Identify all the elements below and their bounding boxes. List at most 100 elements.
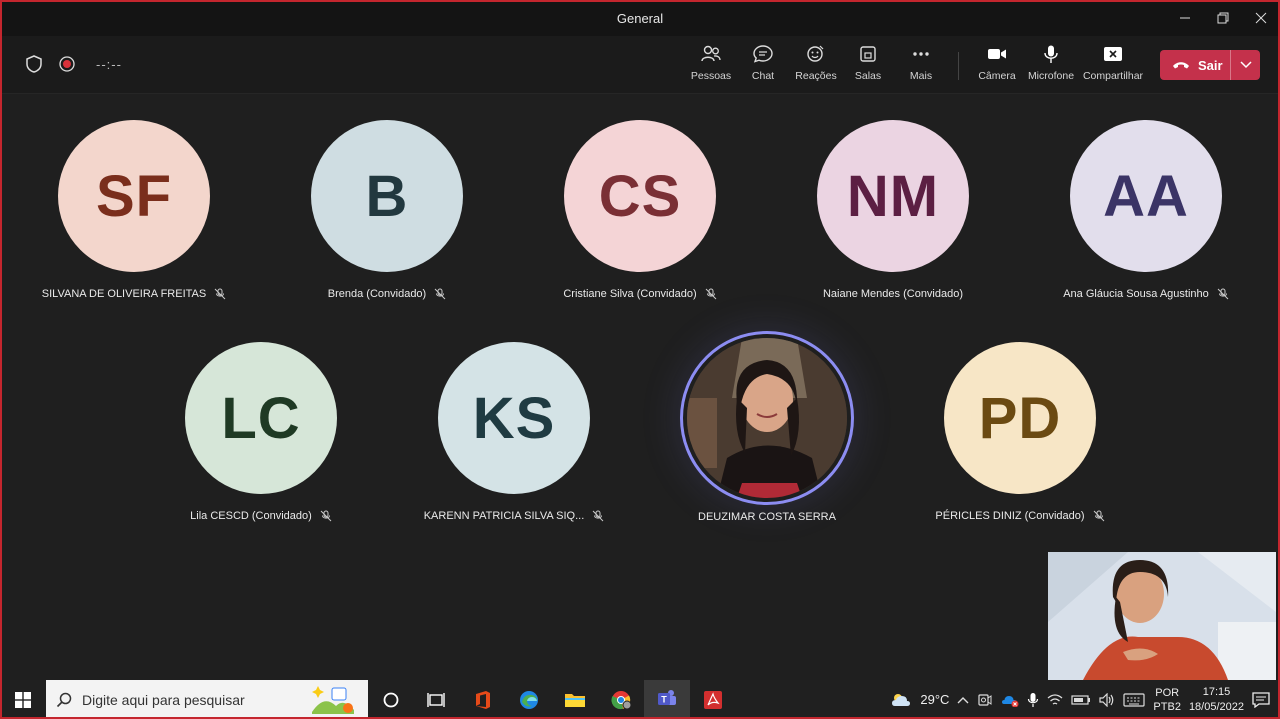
participant-photo-avatar	[680, 331, 854, 505]
participant-name: Naiane Mendes (Convidado)	[822, 288, 964, 300]
onedrive-icon[interactable]	[1001, 693, 1019, 707]
office-app-button[interactable]	[460, 680, 506, 719]
participant-name: SILVANA DE OLIVEIRA FREITAS	[19, 288, 249, 300]
participant-tile[interactable]: PD PÉRICLES DINIZ (Convidado)	[905, 342, 1135, 522]
cortana-button[interactable]	[368, 680, 414, 719]
weather-cloud-icon	[892, 693, 911, 706]
participant-avatar: PD	[944, 342, 1096, 494]
file-explorer-button[interactable]	[552, 680, 598, 719]
volume-icon[interactable]	[1099, 692, 1115, 707]
chevron-down-icon	[1239, 61, 1252, 69]
chrome-browser-button[interactable]	[598, 680, 644, 719]
participant-tile[interactable]: NM Naiane Mendes (Convidado)	[778, 120, 1008, 300]
self-camera-feed-icon	[1048, 552, 1276, 680]
weather-temperature[interactable]: 29°C	[920, 692, 949, 707]
input-language-indicator[interactable]: POR PTB2	[1153, 686, 1181, 714]
participant-tile-speaking[interactable]: DEUZIMAR COSTA SERRA	[652, 331, 882, 523]
shield-icon	[26, 55, 42, 73]
participant-tile[interactable]: AA Ana Gláucia Sousa Agustinho	[1031, 120, 1261, 300]
more-button[interactable]: Mais	[891, 44, 951, 88]
task-view-button[interactable]	[414, 680, 460, 719]
share-screen-icon	[1104, 47, 1122, 61]
rooms-button[interactable]: Salas	[838, 44, 898, 88]
show-hidden-icons-button[interactable]	[957, 693, 969, 707]
teams-icon: T	[658, 689, 676, 705]
restore-icon	[1217, 12, 1229, 24]
mic-off-icon	[214, 288, 226, 300]
start-button[interactable]	[0, 680, 46, 719]
participant-avatar: CS	[564, 120, 716, 272]
system-tray: 29°C POR PTB2 17:15 18/05/2022	[890, 680, 1280, 719]
participant-tile[interactable]: KS KARENN PATRICIA SILVA SIQ...	[399, 342, 629, 522]
self-video-preview[interactable]	[1048, 552, 1276, 680]
participant-name: DEUZIMAR COSTA SERRA	[698, 511, 836, 523]
participant-avatar: NM	[817, 120, 969, 272]
touch-keyboard-icon[interactable]	[1123, 692, 1146, 707]
search-icon	[56, 692, 72, 707]
svg-text:T: T	[661, 694, 667, 704]
toolbar-divider	[958, 52, 959, 80]
meet-now-icon[interactable]	[977, 692, 993, 708]
mic-off-icon	[1093, 510, 1104, 522]
people-icon	[701, 45, 721, 62]
participant-tile[interactable]: SF SILVANA DE OLIVEIRA FREITAS	[19, 120, 249, 300]
reactions-icon	[807, 45, 824, 62]
participant-tile[interactable]: LC Lila CESCD (Convidado)	[146, 342, 376, 522]
participant-name: Cristiane Silva (Convidado)	[525, 288, 755, 300]
search-placeholder: Digite aqui para pesquisar	[82, 691, 245, 708]
leave-options-dropdown[interactable]	[1230, 50, 1260, 80]
title-bar: General	[0, 0, 1280, 36]
participant-name: PÉRICLES DINIZ (Convidado)	[905, 510, 1135, 522]
hang-up-icon	[1173, 62, 1189, 69]
mic-off-icon	[705, 288, 716, 300]
participant-name: Ana Gláucia Sousa Agustinho	[1031, 288, 1261, 300]
participant-name: Brenda (Convidado)	[272, 288, 502, 300]
people-button[interactable]: Pessoas	[681, 44, 741, 88]
close-icon	[1255, 12, 1267, 24]
leave-button[interactable]: Sair	[1160, 50, 1230, 80]
acrobat-reader-button[interactable]	[690, 680, 736, 719]
participant-tile[interactable]: CS Cristiane Silva (Convidado)	[525, 120, 755, 300]
window-controls	[1166, 0, 1280, 36]
recording-icon	[59, 56, 75, 72]
notification-center-icon[interactable]	[1252, 691, 1270, 708]
participant-name: KARENN PATRICIA SILVA SIQ...	[399, 510, 629, 522]
search-highlight-illustration-icon	[312, 686, 354, 714]
share-button[interactable]: Compartilhar	[1083, 44, 1143, 88]
person-photo-icon	[687, 338, 847, 498]
participant-tile[interactable]: B Brenda (Convidado)	[272, 120, 502, 300]
minimize-icon	[1180, 17, 1190, 19]
edge-icon	[520, 690, 538, 709]
participant-avatar: AA	[1070, 120, 1222, 272]
camera-icon	[988, 49, 1006, 59]
window-title: General	[616, 10, 664, 26]
taskbar-clock[interactable]: 17:15 18/05/2022	[1189, 685, 1244, 715]
pdf-reader-icon	[704, 690, 722, 709]
task-view-icon	[427, 692, 445, 707]
meeting-toolbar: --:-- Pessoas Chat Reações Salas Mais Câ…	[0, 36, 1280, 94]
mic-off-icon	[434, 288, 446, 300]
microphone-icon	[1044, 45, 1058, 63]
chevron-up-icon	[957, 696, 969, 703]
breakout-rooms-icon	[860, 46, 876, 62]
mic-off-icon	[592, 510, 604, 522]
edge-browser-button[interactable]	[506, 680, 552, 719]
chat-button[interactable]: Chat	[733, 44, 793, 88]
participant-avatar: LC	[185, 342, 337, 494]
meeting-timer: --:--	[96, 56, 122, 72]
folder-icon	[565, 693, 585, 707]
wifi-icon[interactable]	[1047, 693, 1063, 707]
teams-app-button[interactable]: T	[644, 680, 690, 719]
mic-off-icon	[1217, 288, 1229, 300]
minimize-button[interactable]	[1166, 0, 1204, 36]
windows-logo-icon	[15, 691, 31, 708]
taskbar-search-box[interactable]: Digite aqui para pesquisar	[46, 680, 368, 719]
camera-button[interactable]: Câmera	[967, 44, 1027, 88]
tray-microphone-icon[interactable]	[1027, 692, 1039, 708]
reactions-button[interactable]: Reações	[786, 44, 846, 88]
restore-button[interactable]	[1204, 0, 1242, 36]
battery-icon[interactable]	[1071, 694, 1091, 706]
microphone-button[interactable]: Microfone	[1021, 44, 1081, 88]
close-window-button[interactable]	[1242, 0, 1280, 36]
meeting-status: --:--	[24, 54, 122, 74]
